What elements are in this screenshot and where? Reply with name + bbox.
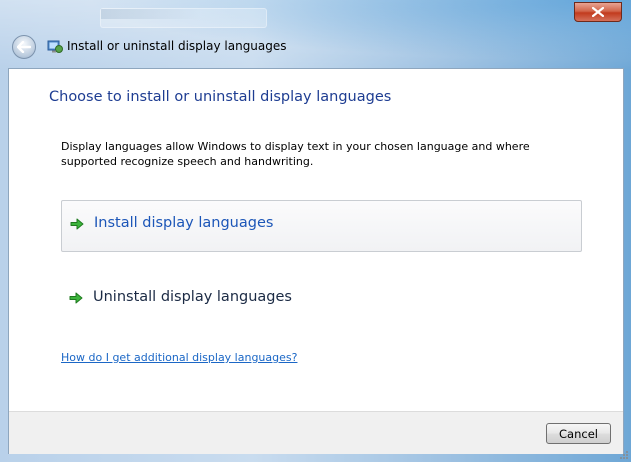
content-area: Choose to install or uninstall display l…: [8, 68, 624, 454]
resize-grip-icon[interactable]: [619, 450, 629, 460]
page-heading: Choose to install or uninstall display l…: [49, 89, 392, 105]
green-arrow-icon: [70, 218, 84, 230]
close-icon: [592, 7, 604, 17]
navigation-bar: Install or uninstall display languages: [8, 30, 624, 62]
background-ghost-text: [101, 9, 201, 19]
green-arrow-icon: [69, 292, 83, 304]
background-window-ghost: [100, 8, 267, 28]
description-text: Display languages allow Windows to displ…: [61, 140, 530, 168]
close-button[interactable]: [574, 2, 622, 22]
help-link[interactable]: How do I get additional display language…: [61, 351, 297, 364]
control-panel-icon: [47, 40, 63, 53]
back-button[interactable]: [12, 35, 36, 59]
back-arrow-icon: [17, 41, 31, 53]
dialog-footer: Cancel: [9, 411, 623, 454]
uninstall-display-languages-task[interactable]: Uninstall display languages: [61, 275, 582, 327]
location-title: Install or uninstall display languages: [67, 39, 287, 53]
cancel-button[interactable]: Cancel: [546, 423, 611, 444]
install-display-languages-task[interactable]: Install display languages: [61, 200, 582, 252]
install-display-languages-label: Install display languages: [94, 215, 274, 231]
uninstall-display-languages-label: Uninstall display languages: [93, 289, 292, 305]
